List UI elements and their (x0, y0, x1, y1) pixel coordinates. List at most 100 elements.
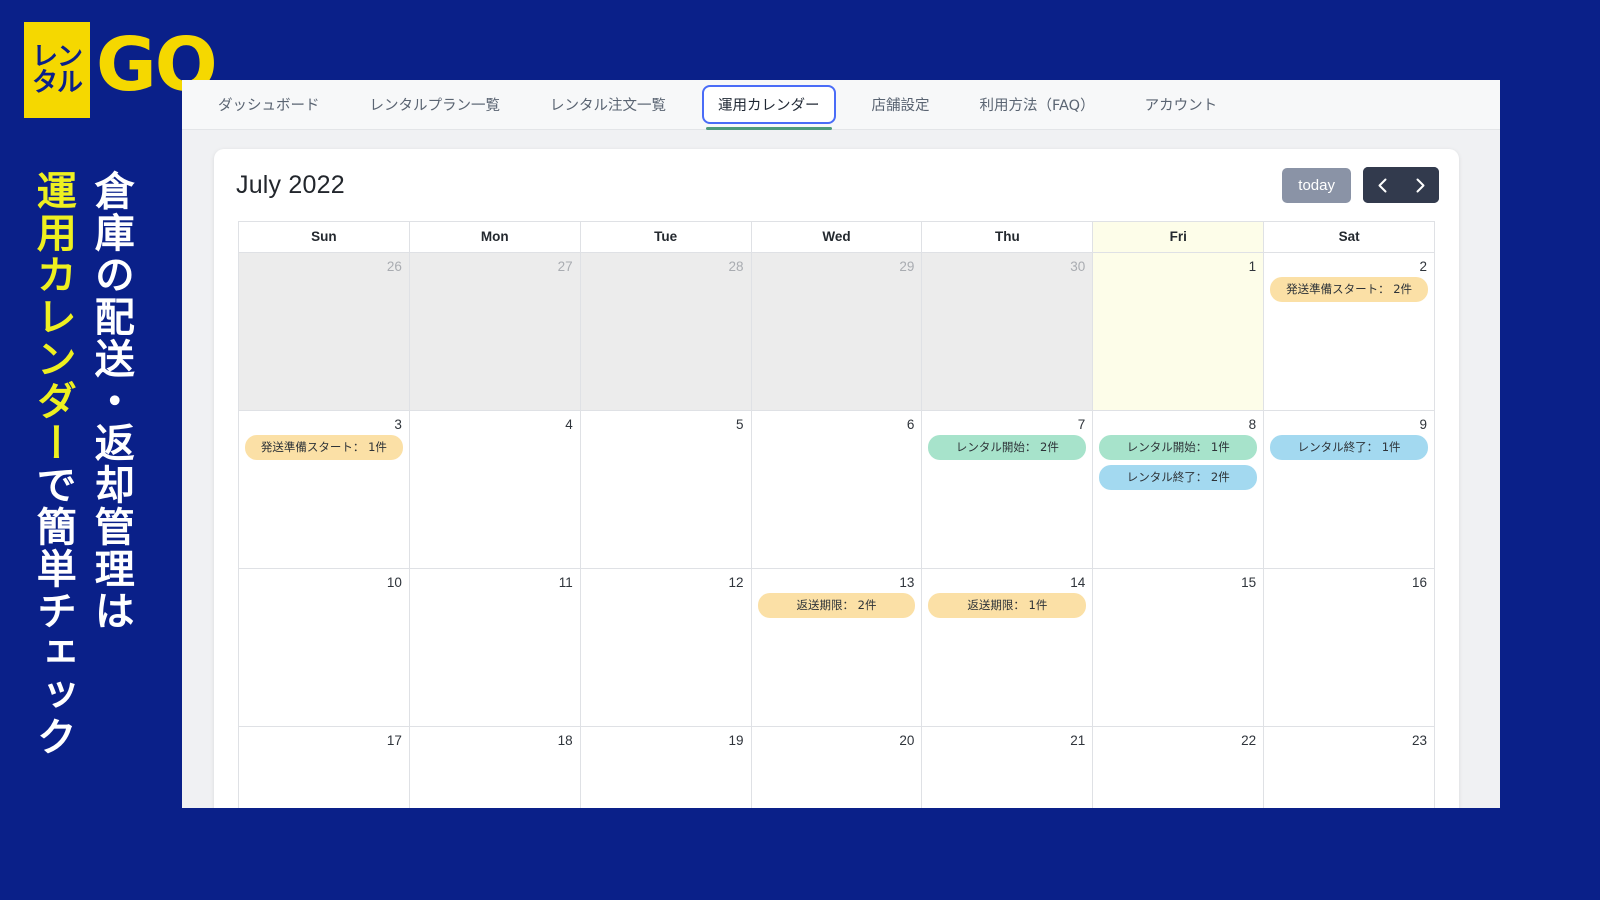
promo-headline-secondary: 運用カレンダーで簡単チェック (28, 170, 77, 758)
promo-headline-accent-tail: で簡単チェック (29, 464, 76, 758)
calendar-day-cell[interactable]: 12 (580, 569, 752, 727)
promo-panel: レン タル GO 倉庫の配送・返却管理は 運用カレンダーで簡単チェック (0, 0, 218, 900)
nav-tab-0[interactable]: ダッシュボード (204, 87, 334, 122)
day-number[interactable]: 22 (1093, 731, 1263, 751)
nav-tab-3[interactable]: 運用カレンダー (702, 85, 836, 130)
day-events: 発送準備スタート： 2件 (1264, 277, 1434, 302)
day-number[interactable]: 16 (1264, 573, 1434, 593)
calendar-day-cell[interactable]: 18 (409, 727, 581, 808)
day-number[interactable]: 9 (1264, 415, 1434, 435)
day-events: 返送期限： 1件 (922, 593, 1092, 618)
calendar-event-pill[interactable]: 発送準備スタート： 2件 (1270, 277, 1428, 302)
calendar-event-pill[interactable]: レンタル終了： 2件 (1099, 465, 1258, 490)
calendar-event-pill[interactable]: 返送期限： 1件 (928, 593, 1087, 618)
calendar-toolbar-actions: today (1282, 167, 1439, 203)
day-number[interactable]: 10 (239, 573, 409, 593)
day-number[interactable]: 15 (1093, 573, 1263, 593)
calendar-week-row: 17 18 19 20 21 22 23 (239, 727, 1435, 808)
calendar-nav-group (1363, 167, 1439, 203)
calendar-day-cell[interactable]: 23 (1264, 727, 1435, 808)
calendar-day-cell[interactable]: 9 レンタル終了： 1件 (1264, 411, 1435, 569)
day-number[interactable]: 6 (752, 415, 922, 435)
calendar-day-cell[interactable]: 28 (580, 253, 752, 411)
calendar-day-cell[interactable]: 16 (1264, 569, 1435, 727)
day-number[interactable]: 7 (922, 415, 1092, 435)
nav-tab-4[interactable]: 店舗設定 (858, 87, 944, 122)
calendar-week-row: 26 27 28 29 30 1 2 発送準備スタート： 2件 (239, 253, 1435, 411)
calendar-day-cell[interactable]: 26 (239, 253, 410, 411)
weekday-header-wed: Wed (751, 222, 923, 253)
day-number[interactable]: 23 (1264, 731, 1434, 751)
logo-text-line1: レン (31, 42, 83, 72)
calendar-day-cell[interactable]: 13 返送期限： 2件 (751, 569, 923, 727)
weekday-header-fri: Fri (1093, 222, 1265, 253)
day-number[interactable]: 30 (922, 257, 1092, 277)
day-number[interactable]: 12 (581, 573, 751, 593)
calendar-day-cell[interactable]: 1 (1093, 253, 1265, 411)
day-number[interactable]: 19 (581, 731, 751, 751)
calendar-day-cell[interactable]: 8 レンタル開始： 1件 レンタル終了： 2件 (1093, 411, 1265, 569)
calendar-weeks: 26 27 28 29 30 1 2 発送準備スタート： 2件 3 発送準備スタート： 1件 4 5 6… (239, 253, 1435, 808)
weekday-header-sat: Sat (1264, 222, 1435, 253)
calendar-event-pill[interactable]: レンタル開始： 2件 (928, 435, 1087, 460)
day-number[interactable]: 27 (410, 257, 580, 277)
day-events: 返送期限： 2件 (752, 593, 922, 618)
day-number[interactable]: 20 (752, 731, 922, 751)
calendar-day-cell[interactable]: 5 (580, 411, 752, 569)
calendar-grid: Sun Mon Tue Wed Thu Fri Sat 26 27 28 29 30 1 2 発送準備スタ… (238, 221, 1435, 808)
nav-tab-6[interactable]: アカウント (1131, 87, 1232, 122)
logo-mark-box: レン タル (24, 22, 90, 118)
next-month-button[interactable] (1401, 167, 1439, 203)
day-number[interactable]: 1 (1093, 257, 1263, 277)
calendar-day-cell[interactable]: 14 返送期限： 1件 (922, 569, 1094, 727)
day-number[interactable]: 14 (922, 573, 1092, 593)
day-number[interactable]: 26 (239, 257, 409, 277)
day-events: レンタル開始： 1件 レンタル終了： 2件 (1093, 435, 1263, 490)
chevron-left-icon (1378, 178, 1386, 192)
calendar-event-pill[interactable]: レンタル終了： 1件 (1270, 435, 1428, 460)
calendar-day-cell[interactable]: 19 (580, 727, 752, 808)
calendar-card: July 2022 today Sun Mon Tue Wed Thu Fri … (214, 149, 1459, 808)
nav-tab-1[interactable]: レンタルプラン一覧 (356, 87, 515, 122)
calendar-day-cell[interactable]: 7 レンタル開始： 2件 (922, 411, 1094, 569)
calendar-day-cell[interactable]: 15 (1093, 569, 1265, 727)
weekday-header-tue: Tue (580, 222, 752, 253)
day-number[interactable]: 21 (922, 731, 1092, 751)
promo-headline-accent: 運用カレンダー (29, 170, 76, 464)
calendar-event-pill[interactable]: 発送準備スタート： 1件 (245, 435, 403, 460)
day-number[interactable]: 17 (239, 731, 409, 751)
calendar-day-cell[interactable]: 21 (922, 727, 1094, 808)
logo-text-line2: タル (31, 68, 83, 98)
calendar-day-cell[interactable]: 29 (751, 253, 923, 411)
day-number[interactable]: 4 (410, 415, 580, 435)
app-window: ダッシュボード レンタルプラン一覧 レンタル注文一覧 運用カレンダー 店舗設定 利用方法（… (182, 80, 1500, 808)
calendar-day-cell[interactable]: 3 発送準備スタート： 1件 (239, 411, 410, 569)
calendar-day-cell[interactable]: 30 (922, 253, 1094, 411)
prev-month-button[interactable] (1363, 167, 1401, 203)
day-number[interactable]: 3 (239, 415, 409, 435)
today-button[interactable]: today (1282, 167, 1351, 203)
calendar-day-cell[interactable]: 17 (239, 727, 410, 808)
calendar-day-cell[interactable]: 2 発送準備スタート： 2件 (1264, 253, 1435, 411)
day-number[interactable]: 8 (1093, 415, 1263, 435)
calendar-day-cell[interactable]: 20 (751, 727, 923, 808)
day-number[interactable]: 18 (410, 731, 580, 751)
calendar-day-cell[interactable]: 6 (751, 411, 923, 569)
calendar-day-cell[interactable]: 27 (409, 253, 581, 411)
calendar-event-pill[interactable]: レンタル開始： 1件 (1099, 435, 1258, 460)
calendar-day-cell[interactable]: 10 (239, 569, 410, 727)
calendar-event-pill[interactable]: 返送期限： 2件 (757, 593, 916, 618)
calendar-day-cell[interactable]: 22 (1093, 727, 1265, 808)
day-events: 発送準備スタート： 1件 (239, 435, 409, 460)
day-number[interactable]: 11 (410, 573, 580, 593)
calendar-day-cell[interactable]: 4 (409, 411, 581, 569)
day-number[interactable]: 29 (752, 257, 922, 277)
day-number[interactable]: 28 (581, 257, 751, 277)
day-number[interactable]: 5 (581, 415, 751, 435)
nav-tab-5[interactable]: 利用方法（FAQ） (966, 87, 1109, 122)
calendar-day-cell[interactable]: 11 (409, 569, 581, 727)
nav-tab-2[interactable]: レンタル注文一覧 (536, 87, 680, 122)
day-number[interactable]: 2 (1264, 257, 1434, 277)
day-number[interactable]: 13 (752, 573, 922, 593)
weekday-header-thu: Thu (922, 222, 1094, 253)
